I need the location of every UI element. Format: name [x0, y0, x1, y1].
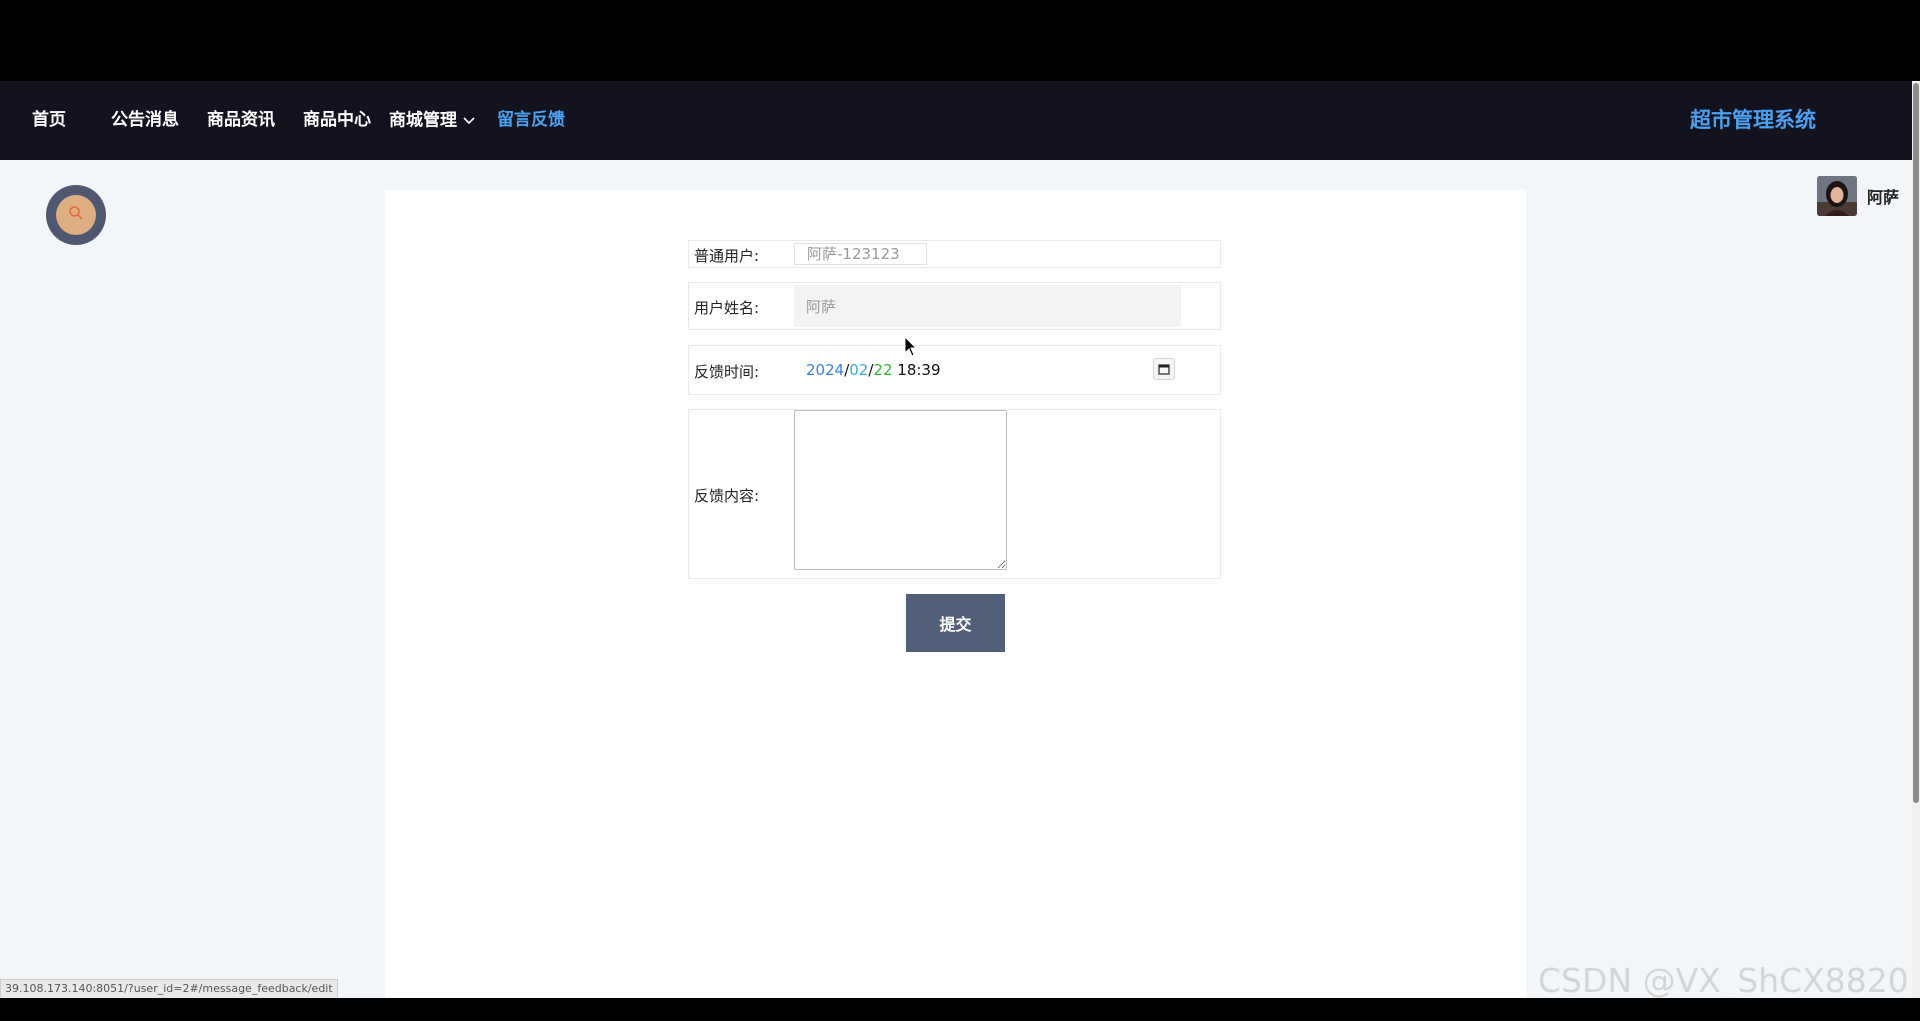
form-row-name: 用户姓名:: [688, 282, 1221, 330]
time-clock: 18:39: [897, 361, 941, 379]
site-brand[interactable]: 超市管理系统: [1690, 81, 1816, 160]
scrollbar-thumb[interactable]: [1913, 83, 1919, 803]
nav-item-mall-management[interactable]: 商城管理: [389, 81, 475, 160]
form-row-time: 反馈时间: 2024/02/22 18:39: [688, 345, 1221, 395]
user-label: 普通用户:: [694, 247, 760, 265]
calendar-icon: [1158, 360, 1170, 379]
status-bar-url: 39.108.173.140:8051/?user_id=2#/message_…: [0, 979, 338, 998]
nav-item-feedback[interactable]: 留言反馈: [497, 81, 565, 160]
chevron-down-icon: [463, 81, 475, 160]
page-scrollbar[interactable]: [1912, 81, 1920, 998]
content-label: 反馈内容:: [694, 487, 760, 505]
user-menu[interactable]: 阿萨: [1817, 176, 1899, 216]
watermark: CSDN @VX_ShCX8820: [1538, 961, 1909, 998]
user-name: 阿萨: [1867, 188, 1900, 207]
search-button-inner: [56, 195, 96, 235]
nav-item-label: 商城管理: [389, 110, 457, 131]
submit-button[interactable]: 提交: [906, 594, 1005, 652]
form-row-user: 普通用户: 阿萨-123123: [688, 240, 1221, 268]
user-select[interactable]: 阿萨-123123: [794, 243, 927, 265]
time-label: 反馈时间:: [694, 363, 760, 381]
browser-bottom-bar: [0, 998, 1920, 1021]
nav-item-home[interactable]: 首页: [32, 81, 66, 160]
content-textarea[interactable]: [794, 410, 1007, 570]
search-icon: [68, 205, 84, 225]
time-day: 22: [873, 361, 893, 379]
avatar[interactable]: [1817, 176, 1857, 216]
name-field[interactable]: [794, 285, 1181, 327]
nav-item-announcements[interactable]: 公告消息: [111, 81, 179, 160]
nav-item-product-news[interactable]: 商品资讯: [207, 81, 275, 160]
top-navbar: 首页 公告消息 商品资讯 商品中心 商城管理 留言反馈 超市管理系统: [0, 81, 1912, 160]
feedback-time-field[interactable]: 2024/02/22 18:39: [806, 361, 941, 379]
form-row-content: 反馈内容:: [688, 409, 1221, 579]
calendar-picker-button[interactable]: [1153, 358, 1175, 380]
mouse-cursor-icon: [904, 335, 918, 358]
time-month: 02: [849, 361, 869, 379]
name-label: 用户姓名:: [694, 299, 760, 317]
page-viewport: 首页 公告消息 商品资讯 商品中心 商城管理 留言反馈 超市管理系统 阿萨 普通…: [0, 81, 1920, 998]
search-button[interactable]: [46, 185, 106, 245]
browser-top-bar: [0, 0, 1920, 81]
nav-item-product-center[interactable]: 商品中心: [303, 81, 371, 160]
time-year: 2024: [806, 361, 845, 379]
